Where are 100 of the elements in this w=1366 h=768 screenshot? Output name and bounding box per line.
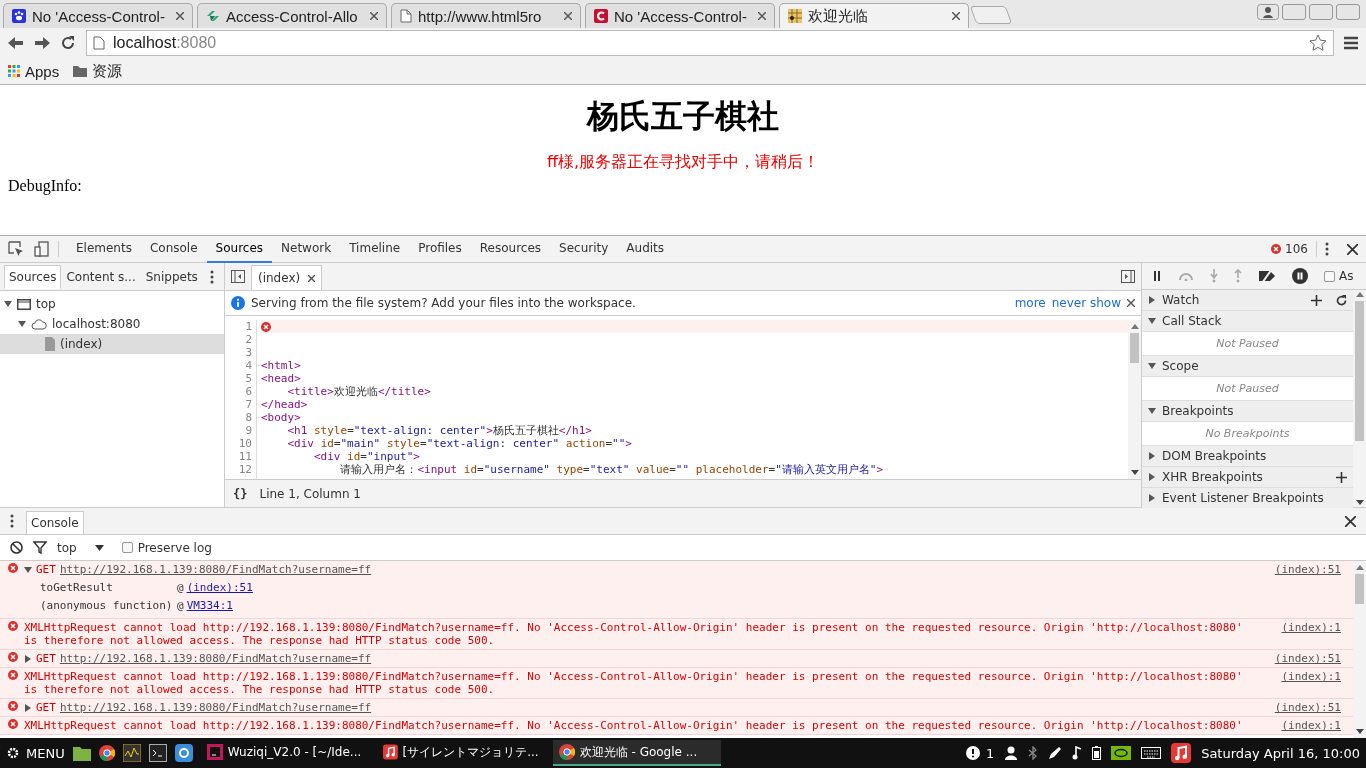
drawer-tab[interactable]: Console bbox=[26, 511, 84, 534]
panel-tab[interactable]: Profiles bbox=[409, 235, 471, 263]
toggle-sidebar-icon[interactable] bbox=[1121, 270, 1135, 283]
back-icon[interactable] bbox=[8, 36, 24, 50]
request-url[interactable]: http://192.168.1.139:8080/FindMatch?username=ff bbox=[59, 563, 372, 576]
scroll-up-icon[interactable] bbox=[1355, 292, 1364, 297]
filter-icon[interactable] bbox=[33, 541, 47, 554]
pause-icon[interactable] bbox=[1152, 271, 1162, 281]
source-link[interactable]: (index):1 bbox=[1251, 719, 1341, 732]
music-note-icon[interactable] bbox=[1072, 746, 1083, 760]
panel-tab[interactable]: Network bbox=[272, 235, 341, 263]
section-header[interactable]: Watch bbox=[1142, 290, 1353, 311]
collapsed-arrow-icon[interactable] bbox=[1148, 473, 1156, 481]
expanded-arrow-icon[interactable] bbox=[4, 300, 12, 308]
collapsed-arrow-icon[interactable] bbox=[24, 654, 32, 663]
bookmark[interactable]: Apps bbox=[8, 62, 60, 80]
pretty-print-button[interactable]: {} bbox=[233, 486, 248, 501]
more-icon[interactable] bbox=[1325, 242, 1329, 256]
star-icon[interactable] bbox=[1309, 34, 1327, 52]
request-url[interactable]: http://192.168.1.139:8080/FindMatch?username=ff bbox=[59, 701, 372, 714]
alert-icon[interactable] bbox=[965, 746, 980, 760]
navigator-tab[interactable]: Sources bbox=[4, 264, 62, 289]
close-icon[interactable] bbox=[1345, 515, 1356, 527]
chat-icon[interactable] bbox=[174, 744, 193, 762]
scrollbar-thumb[interactable] bbox=[1130, 333, 1139, 363]
panel-tab[interactable]: Security bbox=[550, 235, 618, 263]
panel-tab[interactable]: Audits bbox=[617, 235, 674, 263]
source-link[interactable]: (index):51 bbox=[1251, 563, 1341, 616]
infobar-link[interactable]: more bbox=[1014, 296, 1046, 310]
taskbar-window[interactable]: [サイレントマジョリテ... bbox=[376, 740, 545, 766]
browser-tab[interactable]: http://www.html5ro bbox=[391, 3, 581, 28]
preserve-log-checkbox[interactable] bbox=[121, 542, 133, 553]
user-icon[interactable] bbox=[1004, 746, 1019, 760]
close-icon[interactable] bbox=[564, 12, 572, 20]
collapsed-arrow-icon[interactable] bbox=[1148, 296, 1156, 304]
scroll-up-icon[interactable] bbox=[1130, 324, 1139, 329]
tree-item[interactable]: (index) bbox=[0, 334, 224, 354]
section-header[interactable]: Event Listener Breakpoints bbox=[1142, 488, 1353, 509]
panel-tab[interactable]: Resources bbox=[470, 235, 551, 263]
collapsed-arrow-icon[interactable] bbox=[1148, 452, 1156, 460]
close-icon[interactable] bbox=[308, 274, 316, 282]
terminal-icon[interactable] bbox=[148, 744, 167, 762]
pause-exceptions-icon[interactable] bbox=[1292, 268, 1308, 284]
scroll-down-icon[interactable] bbox=[1130, 470, 1139, 475]
browser-tab[interactable]: 欢迎光临 bbox=[779, 3, 969, 28]
section-header[interactable]: XHR Breakpoints bbox=[1142, 467, 1353, 488]
refresh-icon[interactable] bbox=[1336, 294, 1347, 306]
inspect-icon[interactable] bbox=[8, 241, 24, 257]
expanded-arrow-icon[interactable] bbox=[1148, 362, 1156, 370]
collapsed-arrow-icon[interactable] bbox=[24, 703, 32, 712]
folder-icon[interactable] bbox=[72, 745, 91, 761]
section-header[interactable]: Scope bbox=[1142, 356, 1353, 377]
source-link[interactable]: (index):51 bbox=[186, 581, 253, 594]
menu-icon[interactable] bbox=[1344, 36, 1358, 50]
tree-item[interactable]: top bbox=[0, 294, 224, 314]
monitor-icon[interactable] bbox=[122, 744, 141, 762]
context-dropdown[interactable]: top bbox=[57, 540, 104, 555]
deactivate-breakpoints-icon[interactable] bbox=[1258, 269, 1276, 283]
close-icon[interactable] bbox=[370, 12, 378, 20]
tree-item[interactable]: localhost:8080 bbox=[0, 314, 224, 334]
scrollbar-thumb[interactable] bbox=[1355, 574, 1364, 604]
source-link[interactable]: (index):1 bbox=[1251, 621, 1341, 647]
close-icon[interactable] bbox=[1347, 243, 1358, 255]
close-icon[interactable] bbox=[1127, 299, 1135, 307]
panel-tab[interactable]: Elements bbox=[67, 235, 141, 263]
navigator-tab[interactable]: Snippets bbox=[140, 264, 203, 289]
reload-icon[interactable] bbox=[60, 35, 76, 51]
expanded-arrow-icon[interactable] bbox=[24, 565, 32, 574]
source-link[interactable]: VM334:1 bbox=[186, 599, 233, 612]
source-link[interactable]: (index):51 bbox=[1251, 652, 1341, 665]
toggle-navigator-icon[interactable] bbox=[231, 270, 245, 283]
browser-tab[interactable]: No 'Access-Control- bbox=[585, 3, 775, 28]
scroll-up-icon[interactable] bbox=[1355, 565, 1364, 570]
keyboard-icon[interactable] bbox=[1141, 747, 1162, 759]
more-icon[interactable] bbox=[210, 269, 214, 284]
bluetooth-icon[interactable] bbox=[1028, 746, 1039, 760]
collapsed-arrow-icon[interactable] bbox=[1148, 494, 1156, 502]
scrollbar-thumb[interactable] bbox=[1355, 301, 1364, 441]
forward-icon[interactable] bbox=[34, 36, 50, 50]
section-header[interactable]: DOM Breakpoints bbox=[1142, 446, 1353, 467]
browser-tab[interactable]: Access-Control-Allo bbox=[197, 3, 387, 28]
address-field[interactable]: localhost:8080 bbox=[86, 30, 1334, 56]
user-icon[interactable] bbox=[1257, 4, 1279, 20]
clear-icon[interactable] bbox=[10, 541, 23, 554]
browser-icon[interactable] bbox=[98, 745, 115, 761]
source-link[interactable]: (index):1 bbox=[1251, 670, 1341, 696]
add-icon[interactable] bbox=[1311, 294, 1322, 306]
expanded-arrow-icon[interactable] bbox=[1148, 407, 1156, 415]
request-url[interactable]: http://192.168.1.139:8080/FindMatch?username=ff bbox=[59, 652, 372, 665]
scroll-down-icon[interactable] bbox=[1355, 729, 1364, 734]
menu-button[interactable]: MENU bbox=[6, 745, 65, 761]
pen-icon[interactable] bbox=[1048, 746, 1063, 760]
add-icon[interactable] bbox=[1336, 471, 1347, 483]
infobar-link[interactable]: never show bbox=[1051, 296, 1121, 310]
expanded-arrow-icon[interactable] bbox=[18, 320, 26, 328]
error-count[interactable]: 106 bbox=[1285, 242, 1308, 256]
graphics-icon[interactable] bbox=[1111, 746, 1132, 760]
navigator-tab[interactable]: Content s... bbox=[61, 264, 141, 289]
panel-tab[interactable]: Console bbox=[140, 235, 207, 263]
panel-tab[interactable]: Timeline bbox=[340, 235, 410, 263]
